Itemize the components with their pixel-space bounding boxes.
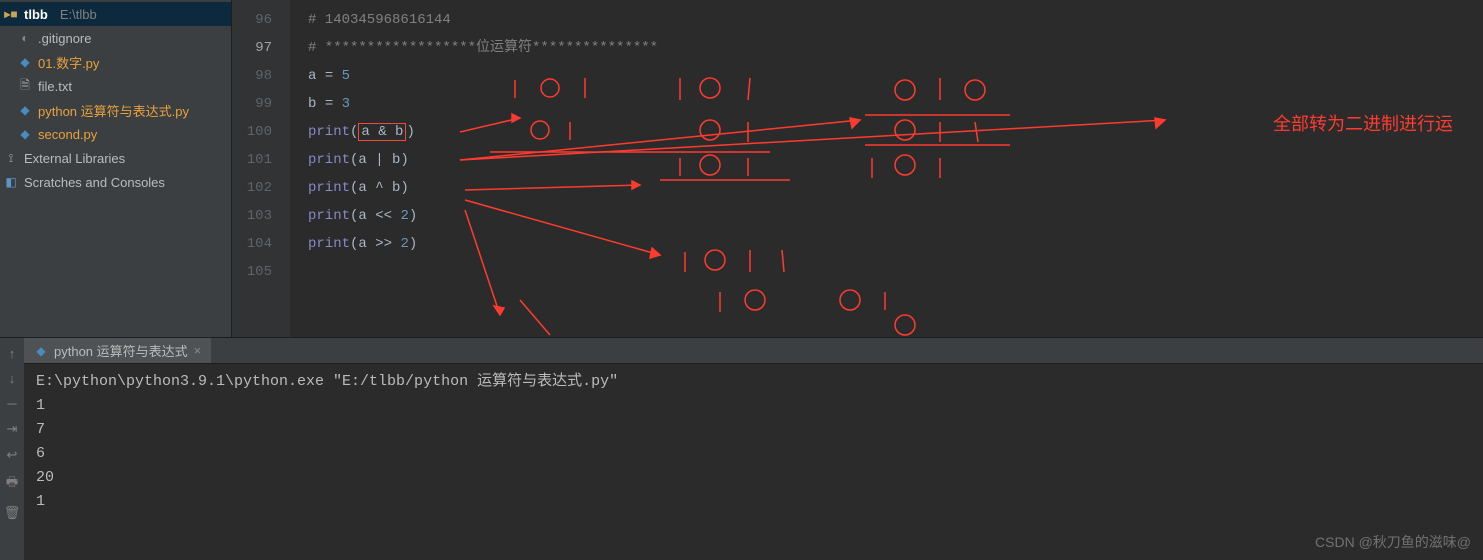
git-icon: ◐ [18, 31, 32, 45]
code-line[interactable]: # ******************位运算符*************** [308, 34, 1483, 62]
line-number: 96 [232, 6, 290, 34]
code-line[interactable]: print(a ^ b) [308, 174, 1483, 202]
arrow-up-icon[interactable]: ↑ [9, 346, 16, 361]
tree-file[interactable]: ◆ second.py [0, 122, 231, 146]
scratches-label: Scratches and Consoles [24, 175, 165, 190]
code-line[interactable] [308, 258, 1483, 286]
code-line[interactable]: print(a << 2) [308, 202, 1483, 230]
tree-file[interactable]: ◐ .gitignore [0, 26, 231, 50]
tree-file[interactable]: ◆ 01.数字.py [0, 50, 231, 74]
project-name: tlbb [24, 7, 48, 22]
folder-icon: ▸■ [4, 7, 18, 21]
run-console: ◆ python 运算符与表达式 × E:\python\python3.9.1… [24, 338, 1483, 560]
py-icon: ◆ [18, 127, 32, 141]
code-line[interactable]: print(a >> 2) [308, 230, 1483, 258]
line-number: 104 [232, 230, 290, 258]
watermark: CSDN @秋刀鱼的滋味@ [1315, 532, 1471, 552]
file-label: file.txt [38, 79, 72, 94]
project-tree: ▸■ tlbb E:\tlbb ◐ .gitignore ◆ 01.数字.py 🗎 fil… [0, 0, 232, 337]
line-number: 101 [232, 146, 290, 174]
line-number: 105 [232, 258, 290, 286]
tree-root[interactable]: ▸■ tlbb E:\tlbb [0, 2, 231, 26]
trash-icon[interactable]: 🗑 [4, 505, 21, 521]
scratch-icon: ◧ [4, 175, 18, 189]
line-number: 97 [232, 34, 290, 62]
code-area[interactable]: 全部转为二进制进行运 # 140345968616144# **********… [290, 0, 1483, 337]
arrow-down-icon[interactable]: ↓ [9, 371, 16, 386]
line-gutter: 96979899100101102103104105 [232, 0, 290, 337]
library-icon: ⟟ [4, 151, 18, 166]
python-icon: ◆ [34, 344, 48, 358]
print-icon[interactable]: 🖶 [6, 473, 18, 495]
console-output[interactable]: E:\python\python3.9.1\python.exe "E:/tlb… [24, 364, 1483, 560]
py-icon: ◆ [18, 55, 32, 69]
line-number: 98 [232, 62, 290, 90]
tree-file[interactable]: 🗎 file.txt [0, 74, 231, 98]
line-number: 100 [232, 118, 290, 146]
file-label: python 运算符与表达式.py [38, 101, 189, 120]
external-libs-label: External Libraries [24, 151, 125, 166]
run-tool-gutter: ↑ ↓ ─ ⇥ ↩ 🖶 🗑 [0, 338, 24, 560]
line-number: 99 [232, 90, 290, 118]
line-number: 102 [232, 174, 290, 202]
tree-external-libs[interactable]: ⟟ External Libraries [0, 146, 231, 170]
code-line[interactable]: a = 5 [308, 62, 1483, 90]
code-editor[interactable]: 96979899100101102103104105 [232, 0, 1483, 337]
code-line[interactable]: print(a | b) [308, 146, 1483, 174]
file-label: second.py [38, 127, 97, 142]
file-label: 01.数字.py [38, 53, 99, 72]
close-icon[interactable]: × [194, 343, 202, 358]
code-line[interactable]: # 140345968616144 [308, 6, 1483, 34]
run-tab[interactable]: ◆ python 运算符与表达式 × [24, 338, 211, 363]
run-tab-label: python 运算符与表达式 [54, 341, 188, 360]
file-icon: 🗎 [18, 76, 32, 97]
py-icon: ◆ [18, 103, 32, 117]
wrap-icon[interactable]: ↩ [7, 447, 18, 463]
divider: ─ [7, 396, 16, 411]
line-number: 103 [232, 202, 290, 230]
file-label: .gitignore [38, 31, 91, 46]
run-tab-bar: ◆ python 运算符与表达式 × [24, 338, 1483, 364]
tree-file[interactable]: ◆ python 运算符与表达式.py [0, 98, 231, 122]
tree-scratches[interactable]: ◧ Scratches and Consoles [0, 170, 231, 194]
filter-icon[interactable]: ⇥ [7, 421, 18, 437]
project-path: E:\tlbb [60, 7, 97, 22]
annotation-text: 全部转为二进制进行运 [1273, 110, 1453, 136]
